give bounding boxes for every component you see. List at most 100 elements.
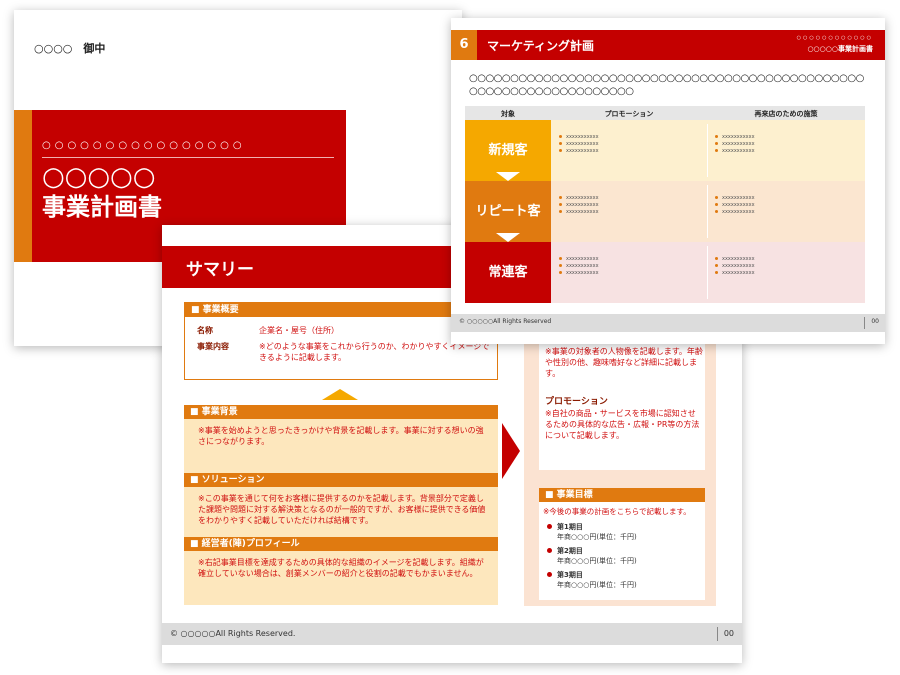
bullet-text: xxxxxxxxxxx	[566, 195, 599, 201]
target-text: ※事業の対象者の人物像を記載します。年齢や性別の他、趣味嗜好など詳細に記載します…	[545, 347, 703, 378]
cover-dots: ○○○○○○○○○○○○○○○○	[42, 140, 246, 151]
right-column: ※事業の対象者の人物像を記載します。年齢や性別の他、趣味嗜好など詳細に記載します…	[524, 330, 716, 606]
bullet-text: xxxxxxxxxxx	[722, 134, 755, 140]
goal-term: 第1期目	[557, 523, 583, 531]
cover-subtitle: 事業計画書	[42, 193, 162, 221]
row-cells: xxxxxxxxxxx xxxxxxxxxxx xxxxxxxxxxx xxxxxxx…	[551, 181, 865, 242]
bullet-item: xxxxxxxxxxx	[559, 256, 599, 263]
up-arrow-icon	[322, 389, 358, 400]
header-measure: 再来店のための施策	[754, 110, 818, 118]
page-number: 00	[871, 318, 879, 325]
bullet-dot-icon	[715, 196, 718, 199]
bullet-text: xxxxxxxxxxx	[566, 270, 599, 276]
bullet-item: xxxxxxxxxxx	[559, 263, 599, 270]
bullet-item: xxxxxxxxxxx	[715, 148, 755, 155]
background-header: ■ 事業背景	[184, 405, 498, 419]
profile-section: ■ 経営者(陣)プロフィール ※右記事業目標を達成するための具体的な組織のイメー…	[184, 537, 498, 605]
bullet-dot-icon	[715, 210, 718, 213]
content-value: ※どのような事業をこれから行うのか、わかりやすくイメージできるように記載します。	[259, 342, 490, 362]
profile-text: ※右記事業目標を達成するための具体的な組織のイメージを記載します。組織が確立して…	[198, 558, 484, 578]
bullet-text: xxxxxxxxxxx	[722, 209, 755, 215]
bullet-text: xxxxxxxxxxx	[566, 209, 599, 215]
bullet-dot-icon	[715, 264, 718, 267]
table-row: 新規客 xxxxxxxxxxx xxxxxxxxxxx xxxxxxxxxxx xxxx…	[465, 120, 865, 181]
page-number: 00	[723, 629, 734, 638]
copyright: © ○○○○○All Rights Reserved	[459, 318, 552, 325]
cover-rule	[42, 157, 334, 158]
summary-title: サマリー	[186, 260, 254, 280]
bullet-dot-icon	[559, 203, 562, 206]
background-section: ■ 事業背景 ※事業を始めようと思ったきっかけや背景を記載します。事業に対する想…	[184, 405, 498, 475]
bullet-item: xxxxxxxxxxx	[559, 202, 599, 209]
background-text: ※事業を始めようと思ったきっかけや背景を記載します。事業に対する想いの強さにつな…	[198, 426, 484, 446]
cell-divider	[707, 124, 708, 177]
bullet-dot-icon	[547, 524, 552, 529]
target-promotion-panel: ※事業の対象者の人物像を記載します。年齢や性別の他、趣味嗜好など詳細に記載します…	[539, 330, 705, 470]
copyright: © ○○○○○All Rights Reserved.	[170, 629, 296, 638]
bullet-dot-icon	[715, 203, 718, 206]
right-arrow-icon	[502, 423, 520, 479]
goal-header: ■ 事業目標	[539, 488, 705, 502]
summary-footer: © ○○○○○All Rights Reserved. 00	[162, 623, 742, 645]
segment-label: 常連客	[465, 242, 551, 303]
marketing-footer: © ○○○○○All Rights Reserved 00	[451, 314, 885, 332]
header-dots: ○○○○○○○○○○○○	[796, 35, 873, 41]
slide-number: 6	[451, 30, 477, 60]
bullet-text: xxxxxxxxxxx	[722, 195, 755, 201]
bullet-text: xxxxxxxxxxx	[566, 202, 599, 208]
goal-item: 第3期目 年商○○○円(単位：千円)	[547, 570, 637, 590]
footer-divider	[864, 317, 865, 329]
goal-intro: ※今後の事業の計画をこちらで記載します。	[543, 507, 691, 516]
bullet-item: xxxxxxxxxxx	[559, 148, 599, 155]
table-row: リピート客 xxxxxxxxxxx xxxxxxxxxxx xxxxxxxxxxx xx…	[465, 181, 865, 242]
goal-value: 年商○○○円(単位：千円)	[557, 581, 637, 589]
bullet-item: xxxxxxxxxxx	[559, 141, 599, 148]
addressee: ○○○○ 御中	[34, 42, 106, 55]
bullet-dot-icon	[559, 210, 562, 213]
cover-title: ○○○○○	[42, 162, 156, 192]
solution-section: ■ ソリューション ※この事業を通じて何をお客様に提供するのかを記載します。背景…	[184, 473, 498, 537]
bullet-dot-icon	[559, 196, 562, 199]
promotion-header: プロモーション	[545, 397, 608, 407]
lead-text: ○○○○○○○○○○○○○○○○○○○○○○○○○○○○○○○○○○○○○○○○…	[469, 73, 864, 97]
marketing-title: マーケティング計画	[487, 39, 595, 53]
bullet-item: xxxxxxxxxxx	[715, 202, 755, 209]
table-row: 常連客 xxxxxxxxxxx xxxxxxxxxxx xxxxxxxxxxx xxxx…	[465, 242, 865, 303]
bullet-text: xxxxxxxxxxx	[566, 141, 599, 147]
solution-header: ■ ソリューション	[184, 473, 498, 487]
bullet-dot-icon	[715, 271, 718, 274]
goal-item: 第2期目 年商○○○円(単位：千円)	[547, 546, 637, 566]
bullet-item: xxxxxxxxxxx	[559, 209, 599, 216]
bullet-dot-icon	[559, 264, 562, 267]
promotion-text: ※自社の商品・サービスを市場に認知させるための具体的な広告・広報・PR等の方法に…	[545, 409, 700, 440]
down-arrow-icon	[496, 172, 520, 181]
goal-term: 第3期目	[557, 571, 583, 579]
cell-divider	[707, 185, 708, 238]
goal-panel: ■ 事業目標 ※今後の事業の計画をこちらで記載します。 第1期目 年商○○○円(…	[539, 488, 705, 600]
bullet-dot-icon	[715, 142, 718, 145]
bullet-dot-icon	[547, 548, 552, 553]
footer-divider	[717, 627, 718, 641]
bullet-item: xxxxxxxxxxx	[559, 195, 599, 202]
bullet-text: xxxxxxxxxxx	[722, 270, 755, 276]
bullet-item: xxxxxxxxxxx	[559, 270, 599, 277]
bullet-dot-icon	[547, 572, 552, 577]
cell-divider	[707, 246, 708, 299]
name-label: 名称	[197, 326, 213, 335]
header-doc-label: ○○○○○事業計画書	[807, 45, 873, 53]
bullet-dot-icon	[559, 271, 562, 274]
bullet-text: xxxxxxxxxxx	[722, 141, 755, 147]
bullet-text: xxxxxxxxxxx	[722, 202, 755, 208]
row-cells: xxxxxxxxxxx xxxxxxxxxxx xxxxxxxxxxx xxxxxxx…	[551, 120, 865, 181]
bullet-dot-icon	[559, 149, 562, 152]
bullet-dot-icon	[715, 135, 718, 138]
bullet-text: xxxxxxxxxxx	[722, 263, 755, 269]
bullet-item: xxxxxxxxxxx	[715, 256, 755, 263]
bullet-text: xxxxxxxxxxx	[566, 148, 599, 154]
marketing-slide: 6 マーケティング計画 ○○○○○○○○○○○○ ○○○○○事業計画書 ○○○○…	[451, 18, 885, 344]
bullet-text: xxxxxxxxxxx	[566, 134, 599, 140]
goal-value: 年商○○○円(単位：千円)	[557, 557, 637, 565]
cover-accent-band	[14, 110, 32, 262]
solution-text: ※この事業を通じて何をお客様に提供するのかを記載します。背景部分で定義した課題や…	[198, 494, 486, 525]
bullet-item: xxxxxxxxxxx	[715, 141, 755, 148]
